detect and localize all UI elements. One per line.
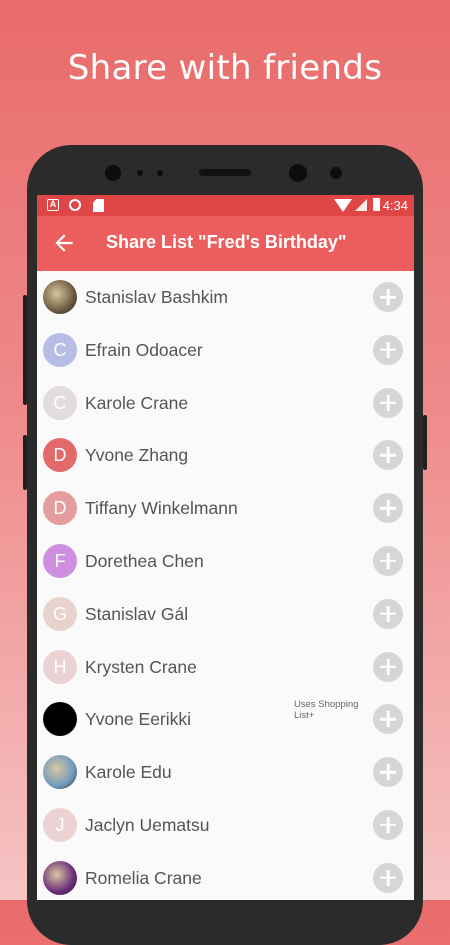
- notification-a-icon: A: [47, 199, 59, 211]
- add-contact-button[interactable]: [373, 282, 403, 312]
- phone-sensor: [157, 170, 163, 176]
- add-contact-button[interactable]: [373, 598, 403, 629]
- status-time: 4:34: [382, 198, 408, 213]
- contact-row[interactable]: C Efrain Odoacer: [37, 324, 414, 377]
- avatar-initial: F: [43, 543, 77, 578]
- phone-sensor: [137, 170, 143, 176]
- contact-row[interactable]: Yvone Eerikki Uses Shopping List+: [37, 693, 414, 746]
- page-title: Share List "Fred's Birthday": [106, 232, 347, 252]
- contact-row[interactable]: F Dorethea Chen: [37, 535, 414, 588]
- add-contact-button[interactable]: [373, 493, 403, 524]
- contact-row[interactable]: G Stanislav Gál: [37, 588, 414, 641]
- contact-row[interactable]: C Karole Crane: [37, 377, 414, 430]
- contact-row[interactable]: D Tiffany Winkelmann: [37, 482, 414, 535]
- phone-side-button: [23, 295, 27, 405]
- app-screen: A 4:34 Share List "Fred's Birthday" Stan…: [37, 195, 414, 900]
- phone-camera: [289, 164, 307, 182]
- contact-name: Stanislav Gál: [85, 603, 189, 624]
- battery-icon: [373, 198, 380, 211]
- contact-row[interactable]: D Yvone Zhang: [37, 429, 414, 482]
- add-contact-button[interactable]: [373, 651, 403, 682]
- avatar-initial: C: [43, 385, 77, 420]
- add-contact-button[interactable]: [373, 545, 403, 576]
- contact-name: Efrain Odoacer: [85, 339, 203, 360]
- app-bar: Share List "Fred's Birthday": [37, 216, 414, 271]
- add-contact-button[interactable]: [373, 387, 403, 418]
- back-arrow-icon[interactable]: [51, 230, 77, 256]
- add-contact-button[interactable]: [373, 809, 403, 840]
- signal-icon: [355, 199, 367, 211]
- contact-name: Yvone Zhang: [85, 445, 189, 466]
- contact-name: Yvone Eerikki: [85, 709, 192, 730]
- contact-name: Stanislav Bashkim: [85, 287, 228, 307]
- phone-sensor: [330, 167, 342, 179]
- avatar-photo: [43, 702, 77, 737]
- status-bar: A 4:34: [37, 195, 414, 216]
- wifi-icon: [334, 199, 352, 212]
- contact-name: Krysten Crane: [85, 656, 197, 677]
- add-contact-button[interactable]: [373, 334, 403, 365]
- add-contact-button[interactable]: [373, 862, 403, 893]
- contact-row[interactable]: Romelia Crane: [37, 852, 414, 900]
- contact-name: Jaclyn Uematsu: [85, 814, 210, 835]
- avatar-initial: H: [43, 649, 77, 684]
- phone-speaker: [199, 169, 251, 176]
- contact-row[interactable]: H Krysten Crane: [37, 641, 414, 694]
- avatar-initial: D: [43, 491, 77, 526]
- contact-name: Tiffany Winkelmann: [85, 498, 238, 519]
- contact-row[interactable]: Karole Edu: [37, 746, 414, 799]
- avatar-initial: C: [43, 332, 77, 367]
- add-contact-button[interactable]: [373, 704, 403, 735]
- add-contact-button[interactable]: [373, 440, 403, 471]
- phone-power-button: [423, 415, 427, 470]
- phone-side-button: [23, 435, 27, 490]
- contact-name: Romelia Crane: [85, 867, 202, 888]
- front-camera: [105, 165, 121, 181]
- promo-headline: Share with friends: [67, 48, 383, 88]
- avatar-initial: D: [43, 438, 77, 473]
- sd-card-icon: [93, 199, 104, 212]
- avatar-photo: [43, 755, 77, 790]
- contact-list: Stanislav Bashkim C Efrain Odoacer C Karole …: [37, 271, 414, 900]
- contact-name: Dorethea Chen: [85, 550, 204, 571]
- app-user-note: Uses Shopping List+: [294, 699, 359, 722]
- sync-icon: [69, 199, 81, 211]
- contact-row[interactable]: Stanislav Bashkim: [37, 271, 414, 324]
- avatar-photo: [43, 860, 77, 895]
- contact-name: Karole Crane: [85, 392, 189, 413]
- add-contact-button[interactable]: [373, 757, 403, 788]
- avatar-photo: [43, 280, 77, 314]
- contact-row[interactable]: J Jaclyn Uematsu: [37, 799, 414, 852]
- avatar-initial: J: [43, 807, 77, 842]
- avatar-initial: G: [43, 596, 77, 631]
- contact-name: Karole Edu: [85, 762, 172, 783]
